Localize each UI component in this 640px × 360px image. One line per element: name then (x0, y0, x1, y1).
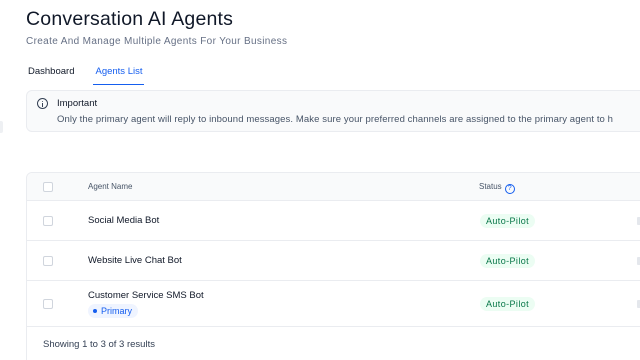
status-badge: Auto-Pilot (480, 297, 536, 311)
agents-table: Agent Name Status? Social Media Bot Auto… (26, 172, 640, 360)
table-row[interactable]: Customer Service SMS Bot Primary Auto-Pi… (27, 281, 640, 327)
agent-name[interactable]: Social Media Bot (88, 215, 159, 226)
tab-agents-list[interactable]: Agents List (93, 60, 145, 85)
pagination-summary: Showing 1 to 3 of 3 results (43, 339, 155, 350)
row-checkbox[interactable] (43, 299, 53, 309)
table-header: Agent Name Status? (27, 173, 640, 201)
info-icon (37, 98, 48, 109)
column-header-status: Status? (479, 182, 515, 194)
agent-name[interactable]: Customer Service SMS Bot (88, 290, 204, 301)
agent-name[interactable]: Website Live Chat Bot (88, 255, 182, 266)
status-badge: Auto-Pilot (480, 214, 536, 228)
page-subtitle: Create And Manage Multiple Agents For Yo… (26, 36, 288, 47)
side-panel-edge (0, 121, 3, 133)
alert-title: Important (57, 98, 98, 109)
row-checkbox[interactable] (43, 256, 53, 266)
page-header: Conversation AI Agents Create And Manage… (26, 8, 287, 47)
table-row[interactable]: Social Media Bot Auto-Pilot (27, 201, 640, 241)
primary-badge: Primary (88, 304, 138, 318)
column-header-agent-name: Agent Name (88, 182, 133, 191)
row-checkbox[interactable] (43, 216, 53, 226)
table-row[interactable]: Website Live Chat Bot Auto-Pilot (27, 241, 640, 281)
select-all-checkbox[interactable] (43, 182, 53, 192)
tab-dashboard[interactable]: Dashboard (26, 60, 76, 85)
tab-bar: Dashboard Agents List (26, 60, 161, 85)
primary-badge-label: Primary (101, 306, 132, 316)
page-title: Conversation AI Agents (26, 8, 234, 30)
important-alert: Important Only the primary agent will re… (26, 90, 640, 132)
alert-message: Only the primary agent will reply to inb… (57, 114, 614, 125)
status-badge: Auto-Pilot (480, 254, 536, 268)
primary-dot-icon (93, 309, 97, 313)
column-header-status-label: Status (479, 182, 502, 191)
question-icon[interactable]: ? (504, 184, 515, 194)
